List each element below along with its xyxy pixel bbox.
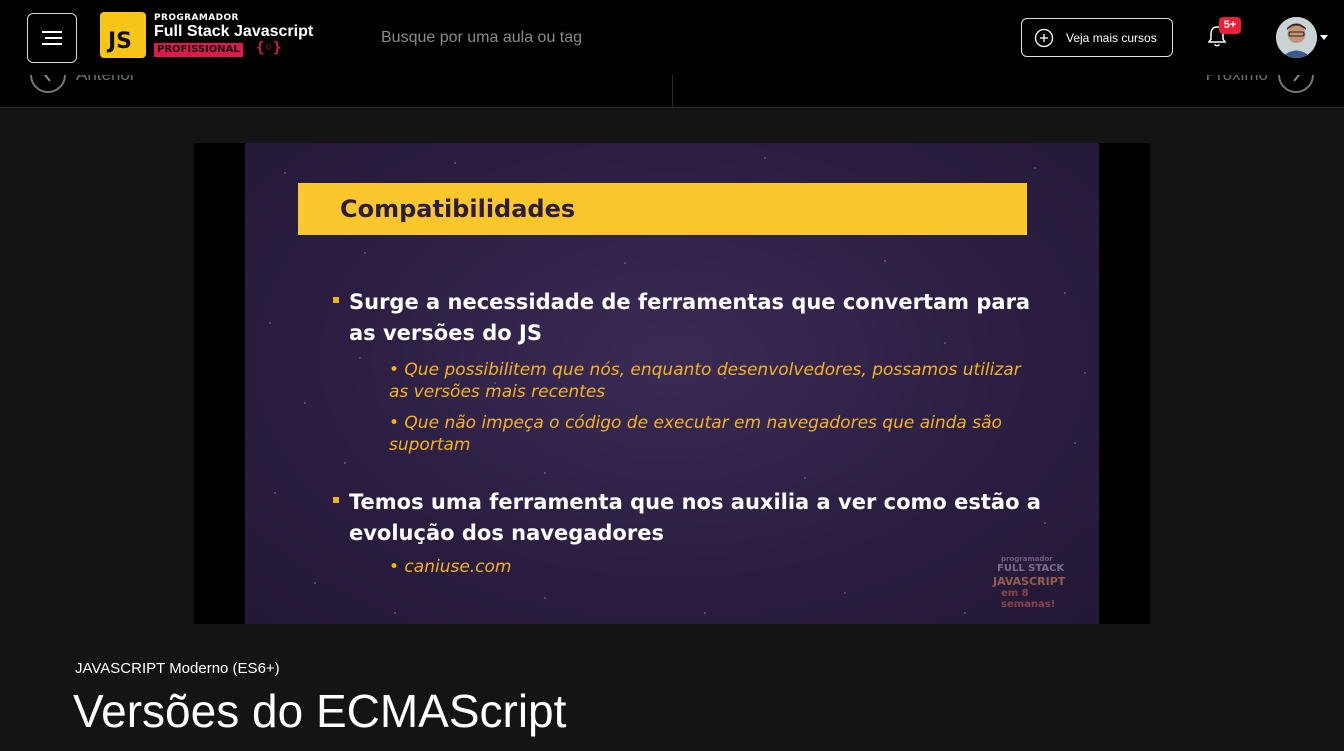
bullet-marker [333, 297, 339, 303]
next-lesson-link[interactable]: Próximo [1206, 75, 1314, 93]
logo[interactable]: JS PROGRAMADOR Full Stack Javascript PRO… [100, 12, 330, 60]
bullet-marker [333, 497, 339, 503]
prev-lesson-label: Anterior [76, 75, 136, 85]
logo-line1: PROGRAMADOR [154, 13, 239, 23]
lesson-nav: Anterior Próximo [0, 75, 1344, 108]
logo-brace: {◦} [256, 40, 282, 56]
more-courses-label: Veja mais cursos [1066, 30, 1157, 45]
logo-line3: PROFISSIONAL [154, 43, 243, 57]
logo-js-badge: JS [100, 12, 146, 58]
course-name[interactable]: JAVASCRIPT Moderno (ES6+) [75, 660, 280, 677]
bullet-1-line-1: Surge a necessidade de ferramentas que c… [349, 290, 1031, 314]
chevron-right-icon [1278, 75, 1314, 93]
sub-bullet-1-line-2: as versões mais recentes [389, 382, 606, 402]
video-frame: Compatibilidades Surge a necessidade de … [245, 143, 1099, 624]
hamburger-icon [42, 31, 62, 45]
bullet-2-line-2: evolução dos navegadores [349, 521, 664, 545]
nav-divider [672, 75, 673, 107]
next-lesson-label: Próximo [1206, 75, 1268, 85]
course-watermark: programador FULL STACK JAVASCRIPT em 8 s… [993, 555, 1066, 610]
search-input[interactable] [381, 26, 801, 50]
sub-bullet-3: • caniuse.com [389, 557, 512, 577]
slide-title-bar: Compatibilidades [298, 183, 1027, 235]
sub-bullet-2-line-2: suportam [389, 435, 471, 455]
video-player[interactable]: Compatibilidades Surge a necessidade de … [194, 143, 1150, 624]
prev-lesson-link[interactable]: Anterior [30, 75, 136, 93]
chevron-left-icon [30, 75, 66, 93]
avatar[interactable] [1276, 17, 1317, 58]
caret-down-icon[interactable] [1320, 35, 1328, 40]
lesson-title: Versões do ECMAScript [73, 685, 567, 737]
notification-badge: 5+ [1219, 17, 1241, 34]
logo-line2: Full Stack Javascript [154, 23, 314, 40]
bullet-2-line-1: Temos uma ferramenta que nos auxilia a v… [349, 490, 1041, 514]
slide-title: Compatibilidades [340, 195, 576, 223]
sub-bullet-2-line-1: • Que não impeça o código de executar em… [389, 413, 1002, 433]
sub-bullet-1-line-1: • Que possibilitem que nós, enquanto des… [389, 360, 1021, 380]
plus-circle-icon [1034, 28, 1054, 47]
bullet-1-line-2: as versões do JS [349, 321, 542, 345]
more-courses-button[interactable]: Veja mais cursos [1021, 18, 1173, 57]
menu-button[interactable] [27, 13, 77, 63]
top-bar: JS PROGRAMADOR Full Stack Javascript PRO… [0, 0, 1344, 75]
